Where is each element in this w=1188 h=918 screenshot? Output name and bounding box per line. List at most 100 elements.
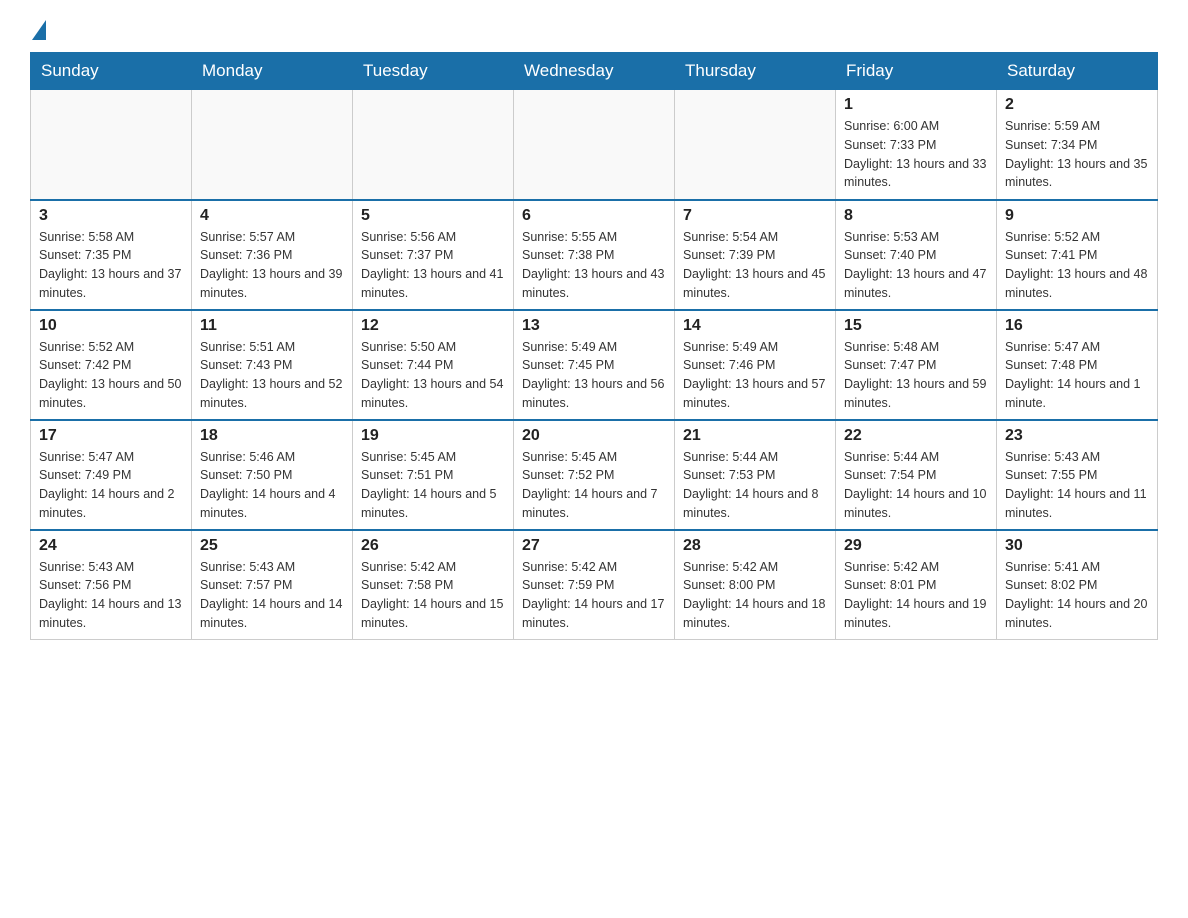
calendar-cell: 23 Sunrise: 5:43 AMSunset: 7:55 PMDayligh… <box>997 420 1158 530</box>
day-info: Sunrise: 5:53 AMSunset: 7:40 PMDaylight:… <box>844 228 988 303</box>
calendar-cell: 28 Sunrise: 5:42 AMSunset: 8:00 PMDayligh… <box>675 530 836 640</box>
day-number: 6 <box>522 207 666 225</box>
day-number: 5 <box>361 207 505 225</box>
day-number: 28 <box>683 537 827 555</box>
day-info: Sunrise: 5:46 AMSunset: 7:50 PMDaylight:… <box>200 448 344 523</box>
day-info: Sunrise: 5:50 AMSunset: 7:44 PMDaylight:… <box>361 338 505 413</box>
day-info: Sunrise: 5:43 AMSunset: 7:56 PMDaylight:… <box>39 558 183 633</box>
day-number: 3 <box>39 207 183 225</box>
day-number: 13 <box>522 317 666 335</box>
day-number: 4 <box>200 207 344 225</box>
day-info: Sunrise: 5:52 AMSunset: 7:41 PMDaylight:… <box>1005 228 1149 303</box>
weekday-header-tuesday: Tuesday <box>353 53 514 90</box>
day-number: 12 <box>361 317 505 335</box>
day-info: Sunrise: 5:51 AMSunset: 7:43 PMDaylight:… <box>200 338 344 413</box>
day-info: Sunrise: 5:49 AMSunset: 7:46 PMDaylight:… <box>683 338 827 413</box>
day-number: 9 <box>1005 207 1149 225</box>
day-number: 17 <box>39 427 183 445</box>
logo-triangle-icon <box>32 20 46 40</box>
day-info: Sunrise: 5:43 AMSunset: 7:57 PMDaylight:… <box>200 558 344 633</box>
day-number: 19 <box>361 427 505 445</box>
day-info: Sunrise: 5:59 AMSunset: 7:34 PMDaylight:… <box>1005 117 1149 192</box>
calendar-cell: 10 Sunrise: 5:52 AMSunset: 7:42 PMDayligh… <box>31 310 192 420</box>
weekday-header-thursday: Thursday <box>675 53 836 90</box>
calendar-cell: 22 Sunrise: 5:44 AMSunset: 7:54 PMDayligh… <box>836 420 997 530</box>
page-header <box>30 20 1158 42</box>
day-info: Sunrise: 5:48 AMSunset: 7:47 PMDaylight:… <box>844 338 988 413</box>
day-number: 23 <box>1005 427 1149 445</box>
logo <box>30 20 46 42</box>
day-number: 21 <box>683 427 827 445</box>
day-info: Sunrise: 5:44 AMSunset: 7:54 PMDaylight:… <box>844 448 988 523</box>
day-number: 2 <box>1005 96 1149 114</box>
day-number: 29 <box>844 537 988 555</box>
day-number: 30 <box>1005 537 1149 555</box>
calendar-week-row: 10 Sunrise: 5:52 AMSunset: 7:42 PMDayligh… <box>31 310 1158 420</box>
day-info: Sunrise: 5:52 AMSunset: 7:42 PMDaylight:… <box>39 338 183 413</box>
day-number: 10 <box>39 317 183 335</box>
day-number: 27 <box>522 537 666 555</box>
calendar-cell: 4 Sunrise: 5:57 AMSunset: 7:36 PMDaylight… <box>192 200 353 310</box>
calendar-cell: 18 Sunrise: 5:46 AMSunset: 7:50 PMDayligh… <box>192 420 353 530</box>
day-info: Sunrise: 5:57 AMSunset: 7:36 PMDaylight:… <box>200 228 344 303</box>
calendar-cell: 2 Sunrise: 5:59 AMSunset: 7:34 PMDaylight… <box>997 90 1158 200</box>
day-info: Sunrise: 5:43 AMSunset: 7:55 PMDaylight:… <box>1005 448 1149 523</box>
calendar-cell: 17 Sunrise: 5:47 AMSunset: 7:49 PMDayligh… <box>31 420 192 530</box>
weekday-header-monday: Monday <box>192 53 353 90</box>
day-number: 22 <box>844 427 988 445</box>
day-info: Sunrise: 5:42 AMSunset: 7:59 PMDaylight:… <box>522 558 666 633</box>
day-info: Sunrise: 5:58 AMSunset: 7:35 PMDaylight:… <box>39 228 183 303</box>
calendar-cell: 19 Sunrise: 5:45 AMSunset: 7:51 PMDayligh… <box>353 420 514 530</box>
calendar-cell: 26 Sunrise: 5:42 AMSunset: 7:58 PMDayligh… <box>353 530 514 640</box>
calendar-cell: 1 Sunrise: 6:00 AMSunset: 7:33 PMDaylight… <box>836 90 997 200</box>
day-number: 25 <box>200 537 344 555</box>
day-info: Sunrise: 5:47 AMSunset: 7:48 PMDaylight:… <box>1005 338 1149 413</box>
weekday-header-wednesday: Wednesday <box>514 53 675 90</box>
calendar-cell <box>31 90 192 200</box>
calendar-table: SundayMondayTuesdayWednesdayThursdayFrid… <box>30 52 1158 640</box>
calendar-cell <box>675 90 836 200</box>
calendar-cell: 3 Sunrise: 5:58 AMSunset: 7:35 PMDaylight… <box>31 200 192 310</box>
calendar-header-row: SundayMondayTuesdayWednesdayThursdayFrid… <box>31 53 1158 90</box>
day-info: Sunrise: 6:00 AMSunset: 7:33 PMDaylight:… <box>844 117 988 192</box>
day-info: Sunrise: 5:42 AMSunset: 8:01 PMDaylight:… <box>844 558 988 633</box>
calendar-cell: 16Sunrise: 5:47 AMSunset: 7:48 PMDayligh… <box>997 310 1158 420</box>
calendar-cell: 20 Sunrise: 5:45 AMSunset: 7:52 PMDayligh… <box>514 420 675 530</box>
weekday-header-sunday: Sunday <box>31 53 192 90</box>
day-number: 1 <box>844 96 988 114</box>
calendar-cell <box>353 90 514 200</box>
calendar-cell: 21 Sunrise: 5:44 AMSunset: 7:53 PMDayligh… <box>675 420 836 530</box>
day-number: 18 <box>200 427 344 445</box>
calendar-cell: 25 Sunrise: 5:43 AMSunset: 7:57 PMDayligh… <box>192 530 353 640</box>
calendar-cell: 11 Sunrise: 5:51 AMSunset: 7:43 PMDayligh… <box>192 310 353 420</box>
calendar-cell: 30 Sunrise: 5:41 AMSunset: 8:02 PMDayligh… <box>997 530 1158 640</box>
calendar-cell: 14Sunrise: 5:49 AMSunset: 7:46 PMDayligh… <box>675 310 836 420</box>
day-info: Sunrise: 5:44 AMSunset: 7:53 PMDaylight:… <box>683 448 827 523</box>
calendar-cell: 9 Sunrise: 5:52 AMSunset: 7:41 PMDaylight… <box>997 200 1158 310</box>
calendar-cell: 29 Sunrise: 5:42 AMSunset: 8:01 PMDayligh… <box>836 530 997 640</box>
day-number: 11 <box>200 317 344 335</box>
calendar-cell: 7Sunrise: 5:54 AMSunset: 7:39 PMDaylight… <box>675 200 836 310</box>
calendar-cell: 6Sunrise: 5:55 AMSunset: 7:38 PMDaylight… <box>514 200 675 310</box>
day-info: Sunrise: 5:47 AMSunset: 7:49 PMDaylight:… <box>39 448 183 523</box>
calendar-cell: 12 Sunrise: 5:50 AMSunset: 7:44 PMDayligh… <box>353 310 514 420</box>
day-info: Sunrise: 5:41 AMSunset: 8:02 PMDaylight:… <box>1005 558 1149 633</box>
calendar-cell: 8 Sunrise: 5:53 AMSunset: 7:40 PMDaylight… <box>836 200 997 310</box>
calendar-cell: 15Sunrise: 5:48 AMSunset: 7:47 PMDayligh… <box>836 310 997 420</box>
day-info: Sunrise: 5:56 AMSunset: 7:37 PMDaylight:… <box>361 228 505 303</box>
day-info: Sunrise: 5:49 AMSunset: 7:45 PMDaylight:… <box>522 338 666 413</box>
calendar-week-row: 17 Sunrise: 5:47 AMSunset: 7:49 PMDayligh… <box>31 420 1158 530</box>
calendar-cell: 24Sunrise: 5:43 AMSunset: 7:56 PMDayligh… <box>31 530 192 640</box>
day-info: Sunrise: 5:45 AMSunset: 7:52 PMDaylight:… <box>522 448 666 523</box>
calendar-cell: 13 Sunrise: 5:49 AMSunset: 7:45 PMDayligh… <box>514 310 675 420</box>
calendar-cell: 5 Sunrise: 5:56 AMSunset: 7:37 PMDaylight… <box>353 200 514 310</box>
calendar-week-row: 1 Sunrise: 6:00 AMSunset: 7:33 PMDaylight… <box>31 90 1158 200</box>
day-info: Sunrise: 5:42 AMSunset: 8:00 PMDaylight:… <box>683 558 827 633</box>
day-number: 26 <box>361 537 505 555</box>
day-info: Sunrise: 5:42 AMSunset: 7:58 PMDaylight:… <box>361 558 505 633</box>
weekday-header-saturday: Saturday <box>997 53 1158 90</box>
day-number: 8 <box>844 207 988 225</box>
calendar-week-row: 3 Sunrise: 5:58 AMSunset: 7:35 PMDaylight… <box>31 200 1158 310</box>
day-info: Sunrise: 5:45 AMSunset: 7:51 PMDaylight:… <box>361 448 505 523</box>
day-number: 20 <box>522 427 666 445</box>
